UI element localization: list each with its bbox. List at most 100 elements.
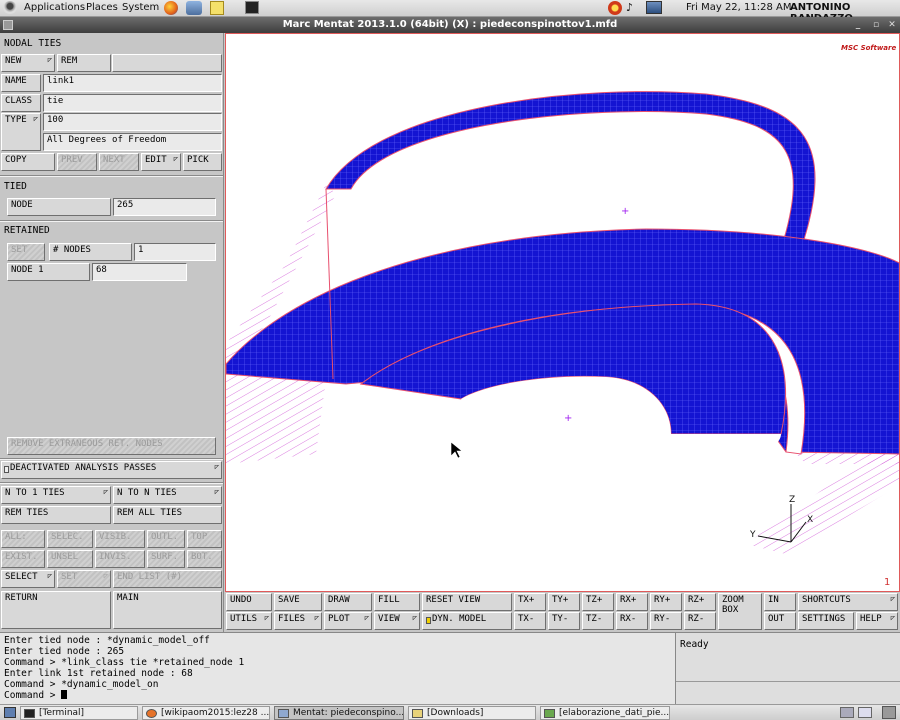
update-notifier-icon[interactable] <box>608 1 622 15</box>
divider <box>0 175 223 177</box>
zoom-in-button[interactable]: IN <box>764 593 796 611</box>
status-text: Ready <box>680 639 709 650</box>
n-to-n-ties-button[interactable]: N TO N TIES ◸ <box>113 486 222 504</box>
draw-button[interactable]: DRAW <box>324 593 372 611</box>
ty-plus-button[interactable]: TY+ <box>548 593 580 611</box>
select-invisible-button[interactable]: INVIS. <box>95 550 145 568</box>
network-icon[interactable] <box>646 1 662 14</box>
n-to-1-ties-button[interactable]: N TO 1 TIES ◸ <box>1 486 111 504</box>
tx-plus-button[interactable]: TX+ <box>514 593 546 611</box>
rem-ties-button[interactable]: REM TIES <box>1 506 111 524</box>
tied-node-field[interactable]: 265 <box>113 198 216 216</box>
show-desktop-icon[interactable] <box>4 707 16 718</box>
command-console[interactable]: Enter tied node : *dynamic_model_off Ent… <box>0 632 675 704</box>
taskbar-item[interactable]: [Terminal] <box>20 706 138 720</box>
remove-extraneous-button[interactable]: REMOVE EXTRANEOUS RET. NODES <box>7 437 216 455</box>
places-menu[interactable]: Places <box>86 2 118 13</box>
main-button[interactable]: MAIN <box>113 591 222 629</box>
applications-menu[interactable]: Applications <box>24 2 85 13</box>
window-titlebar[interactable]: Marc Mentat 2013.1.0 (64bit) (X) : piede… <box>0 17 900 33</box>
taskbar-item[interactable]: [wikipaom2015:lez28 ... <box>142 706 270 720</box>
ty-minus-button[interactable]: TY- <box>548 612 580 630</box>
select-visible-button[interactable]: VISIB. <box>95 530 145 548</box>
node-marker: + <box>621 206 629 217</box>
mesh-view[interactable]: + + Z X Y MSC Software 1 <box>226 34 900 592</box>
select-existing-button[interactable]: EXIST. <box>1 550 45 568</box>
set-select-button[interactable]: SET ◸ <box>57 570 111 588</box>
taskbar-item[interactable]: Mentat: piedeconspino... <box>274 706 404 720</box>
system-menu[interactable]: System <box>122 2 159 13</box>
select-bottom-button[interactable]: BOT. <box>187 550 222 568</box>
close-icon[interactable]: ✕ <box>886 19 898 31</box>
select-selected-button[interactable]: SELEC. <box>47 530 93 548</box>
minimize-icon[interactable]: _ <box>852 19 864 31</box>
prev-button[interactable]: PREV <box>57 153 97 171</box>
select-unselected-button[interactable]: UNSEL <box>47 550 93 568</box>
edit-button[interactable]: EDIT ◸ <box>141 153 181 171</box>
rem-all-ties-button[interactable]: REM ALL TIES <box>113 506 222 524</box>
command-input-line[interactable]: Command > <box>4 690 671 701</box>
firefox-icon[interactable] <box>164 1 178 15</box>
undo-button[interactable]: UNDO <box>226 593 272 611</box>
notes-icon[interactable] <box>210 1 224 15</box>
email-icon[interactable] <box>186 1 202 15</box>
tz-plus-button[interactable]: TZ+ <box>582 593 614 611</box>
dyn-model-button[interactable]: DYN. MODEL <box>422 612 512 630</box>
workspace-1-icon[interactable] <box>840 707 854 718</box>
ry-plus-button[interactable]: RY+ <box>650 593 682 611</box>
files-button[interactable]: FILES ◸ <box>274 612 322 630</box>
copy-button[interactable]: COPY <box>1 153 55 171</box>
class-field[interactable]: tie <box>43 94 222 112</box>
tx-minus-button[interactable]: TX- <box>514 612 546 630</box>
type-button[interactable]: TYPE ◸ <box>1 113 41 151</box>
taskbar-item[interactable]: [Downloads] <box>408 706 536 720</box>
fill-button[interactable]: FILL <box>374 593 420 611</box>
deactivated-passes-button[interactable]: DEACTIVATED ANALYSIS PASSES ◸ <box>1 461 222 479</box>
volume-icon[interactable]: ♪ <box>626 1 633 14</box>
tz-minus-button[interactable]: TZ- <box>582 612 614 630</box>
num-nodes-button[interactable]: # NODES <box>49 243 132 261</box>
pick-button[interactable]: PICK <box>183 153 222 171</box>
view-button[interactable]: VIEW ◸ <box>374 612 420 630</box>
rz-plus-button[interactable]: RZ+ <box>684 593 716 611</box>
terminal-icon[interactable] <box>245 1 259 14</box>
zoom-box-button[interactable]: ZOOM BOX <box>718 593 762 630</box>
graphics-viewport[interactable]: + + Z X Y MSC Software 1 <box>225 33 900 592</box>
window-menu-icon[interactable] <box>3 20 13 30</box>
new-button[interactable]: NEW ◸ <box>1 54 55 72</box>
set-button[interactable]: SET <box>7 243 45 261</box>
select-top-button[interactable]: TOP <box>187 530 222 548</box>
utils-button[interactable]: UTILS ◸ <box>226 612 272 630</box>
type-field[interactable]: 100 <box>43 113 222 131</box>
shortcuts-button[interactable]: SHORTCUTS ◸ <box>798 593 898 611</box>
help-button[interactable]: HELP ◸ <box>856 612 898 630</box>
tied-node-button[interactable]: NODE <box>7 198 111 216</box>
rx-plus-button[interactable]: RX+ <box>616 593 648 611</box>
save-button[interactable]: SAVE <box>274 593 322 611</box>
select-surface-button[interactable]: SURF. <box>147 550 185 568</box>
ry-minus-button[interactable]: RY- <box>650 612 682 630</box>
select-outline-button[interactable]: OUTL. <box>147 530 185 548</box>
taskbar-item[interactable]: [elaborazione_dati_pie... <box>540 706 670 720</box>
return-button[interactable]: RETURN <box>1 591 111 629</box>
trash-icon[interactable] <box>882 706 896 719</box>
rx-minus-button[interactable]: RX- <box>616 612 648 630</box>
workspace-2-icon[interactable] <box>858 707 872 718</box>
next-button[interactable]: NEXT <box>99 153 139 171</box>
num-nodes-field[interactable]: 1 <box>134 243 216 261</box>
reset-view-button[interactable]: RESET VIEW <box>422 593 512 611</box>
zoom-out-button[interactable]: OUT <box>764 612 796 630</box>
upper-arc-mesh[interactable] <box>325 91 816 250</box>
gnome-foot-icon[interactable] <box>3 1 17 14</box>
settings-button[interactable]: SETTINGS <box>798 612 854 630</box>
end-list-button[interactable]: END LIST (#) <box>113 570 222 588</box>
rz-minus-button[interactable]: RZ- <box>684 612 716 630</box>
maximize-icon[interactable]: ▫ <box>870 19 882 31</box>
select-button[interactable]: SELECT ◸ <box>1 570 55 588</box>
plot-button[interactable]: PLOT ◸ <box>324 612 372 630</box>
node1-field[interactable]: 68 <box>92 263 187 281</box>
name-field[interactable]: link1 <box>43 74 222 92</box>
rem-button[interactable]: REM <box>57 54 111 72</box>
node1-button[interactable]: NODE 1 <box>7 263 90 281</box>
clock[interactable]: Fri May 22, 11:28 AM <box>686 2 792 13</box>
